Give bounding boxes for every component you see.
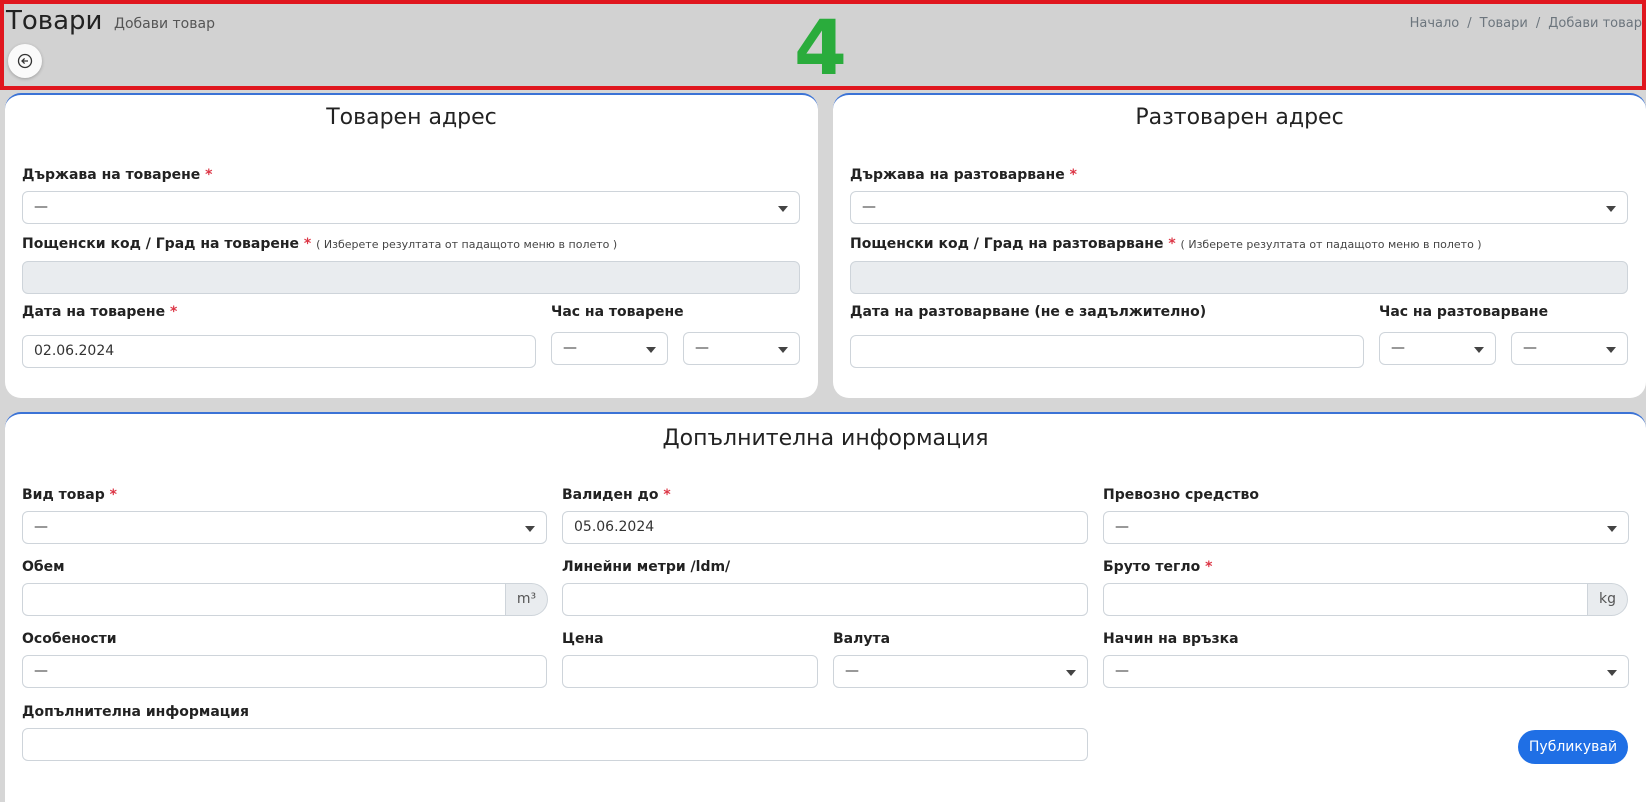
step-number-overlay: 4 xyxy=(794,3,847,92)
unloading-date-input[interactable] xyxy=(850,335,1364,368)
valid-until-label: Валиден до * xyxy=(562,487,671,503)
currency-select[interactable]: — xyxy=(833,655,1088,688)
loading-hour-select[interactable]: — xyxy=(551,332,668,365)
vehicle-select[interactable]: — xyxy=(1103,511,1629,544)
chevron-down-icon xyxy=(778,206,788,212)
price-input[interactable] xyxy=(562,655,818,688)
valid-until-input[interactable]: 05.06.2024 xyxy=(562,511,1088,544)
cargo-type-label: Вид товар * xyxy=(22,487,117,503)
loading-country-select[interactable]: — xyxy=(22,191,800,224)
loading-time-label: Час на товарене xyxy=(551,304,684,320)
loading-postal-input[interactable] xyxy=(22,261,800,294)
chevron-down-icon xyxy=(1606,206,1616,212)
unloading-card-title: Разтоварен адрес xyxy=(1135,105,1344,130)
unloading-address-card: Разтоварен адрес Държава на разтоварване… xyxy=(833,93,1646,398)
volume-input[interactable] xyxy=(22,583,506,616)
breadcrumb: Начало / Товари / Добави товар xyxy=(1409,16,1642,31)
chevron-down-icon xyxy=(1474,347,1484,353)
gross-weight-unit: kg xyxy=(1588,583,1628,616)
unloading-postal-input[interactable] xyxy=(850,261,1628,294)
unloading-minute-select[interactable]: — xyxy=(1511,332,1628,365)
volume-label: Обем xyxy=(22,559,65,575)
loading-date-label: Дата на товарене * xyxy=(22,304,178,320)
volume-unit: m³ xyxy=(506,583,548,616)
chevron-down-icon xyxy=(1066,670,1076,676)
unloading-hour-select[interactable]: — xyxy=(1379,332,1496,365)
page-subtitle: Добави товар xyxy=(114,16,215,32)
price-label: Цена xyxy=(562,631,604,647)
chevron-down-icon xyxy=(646,347,656,353)
loading-card-title: Товарен адрес xyxy=(326,105,497,130)
breadcrumb-current: Добави товар xyxy=(1548,16,1642,31)
contact-method-select[interactable]: — xyxy=(1103,655,1629,688)
cargo-type-select[interactable]: — xyxy=(22,511,547,544)
additional-card-title: Допълнителна информация xyxy=(662,426,989,451)
arrow-circle-left-icon xyxy=(17,53,33,69)
loading-country-label: Държава на товарене * xyxy=(22,167,213,183)
gross-weight-label: Бруто тегло * xyxy=(1103,559,1213,575)
unloading-country-select[interactable]: — xyxy=(850,191,1628,224)
additional-info-input[interactable] xyxy=(22,728,1088,761)
ldm-label: Линейни метри /ldm/ xyxy=(562,559,731,575)
loading-date-input[interactable]: 02.06.2024 xyxy=(22,335,536,368)
loading-postal-label: Пощенски код / Град на товарене * ( Избе… xyxy=(22,236,618,252)
features-input[interactable]: — xyxy=(22,655,547,688)
contact-method-label: Начин на връзка xyxy=(1103,631,1239,647)
unloading-postal-label: Пощенски код / Град на разтоварване * ( … xyxy=(850,236,1482,252)
ldm-input[interactable] xyxy=(562,583,1088,616)
unloading-date-label: Дата на разтоварване (не е задължително) xyxy=(850,304,1207,320)
loading-address-card: Товарен адрес Държава на товарене * — По… xyxy=(5,93,818,398)
unloading-country-label: Държава на разтоварване * xyxy=(850,167,1077,183)
features-label: Особености xyxy=(22,631,117,647)
page-header: Товари Добави товар 4 Начало / Товари / Доба… xyxy=(0,0,1646,90)
unloading-time-label: Час на разтоварване xyxy=(1379,304,1549,320)
vehicle-label: Превозно средство xyxy=(1103,487,1260,503)
chevron-down-icon xyxy=(525,526,535,532)
additional-info-label: Допълнителна информация xyxy=(22,704,249,720)
breadcrumb-home[interactable]: Начало xyxy=(1410,16,1460,31)
currency-label: Валута xyxy=(833,631,891,647)
back-button[interactable] xyxy=(8,44,42,78)
publish-button[interactable]: Публикувай xyxy=(1518,730,1628,764)
chevron-down-icon xyxy=(1607,526,1617,532)
chevron-down-icon xyxy=(1607,670,1617,676)
loading-minute-select[interactable]: — xyxy=(683,332,800,365)
chevron-down-icon xyxy=(778,347,788,353)
page-title: Товари xyxy=(6,6,103,36)
gross-weight-input[interactable] xyxy=(1103,583,1588,616)
breadcrumb-goods[interactable]: Товари xyxy=(1480,16,1528,31)
chevron-down-icon xyxy=(1606,347,1616,353)
